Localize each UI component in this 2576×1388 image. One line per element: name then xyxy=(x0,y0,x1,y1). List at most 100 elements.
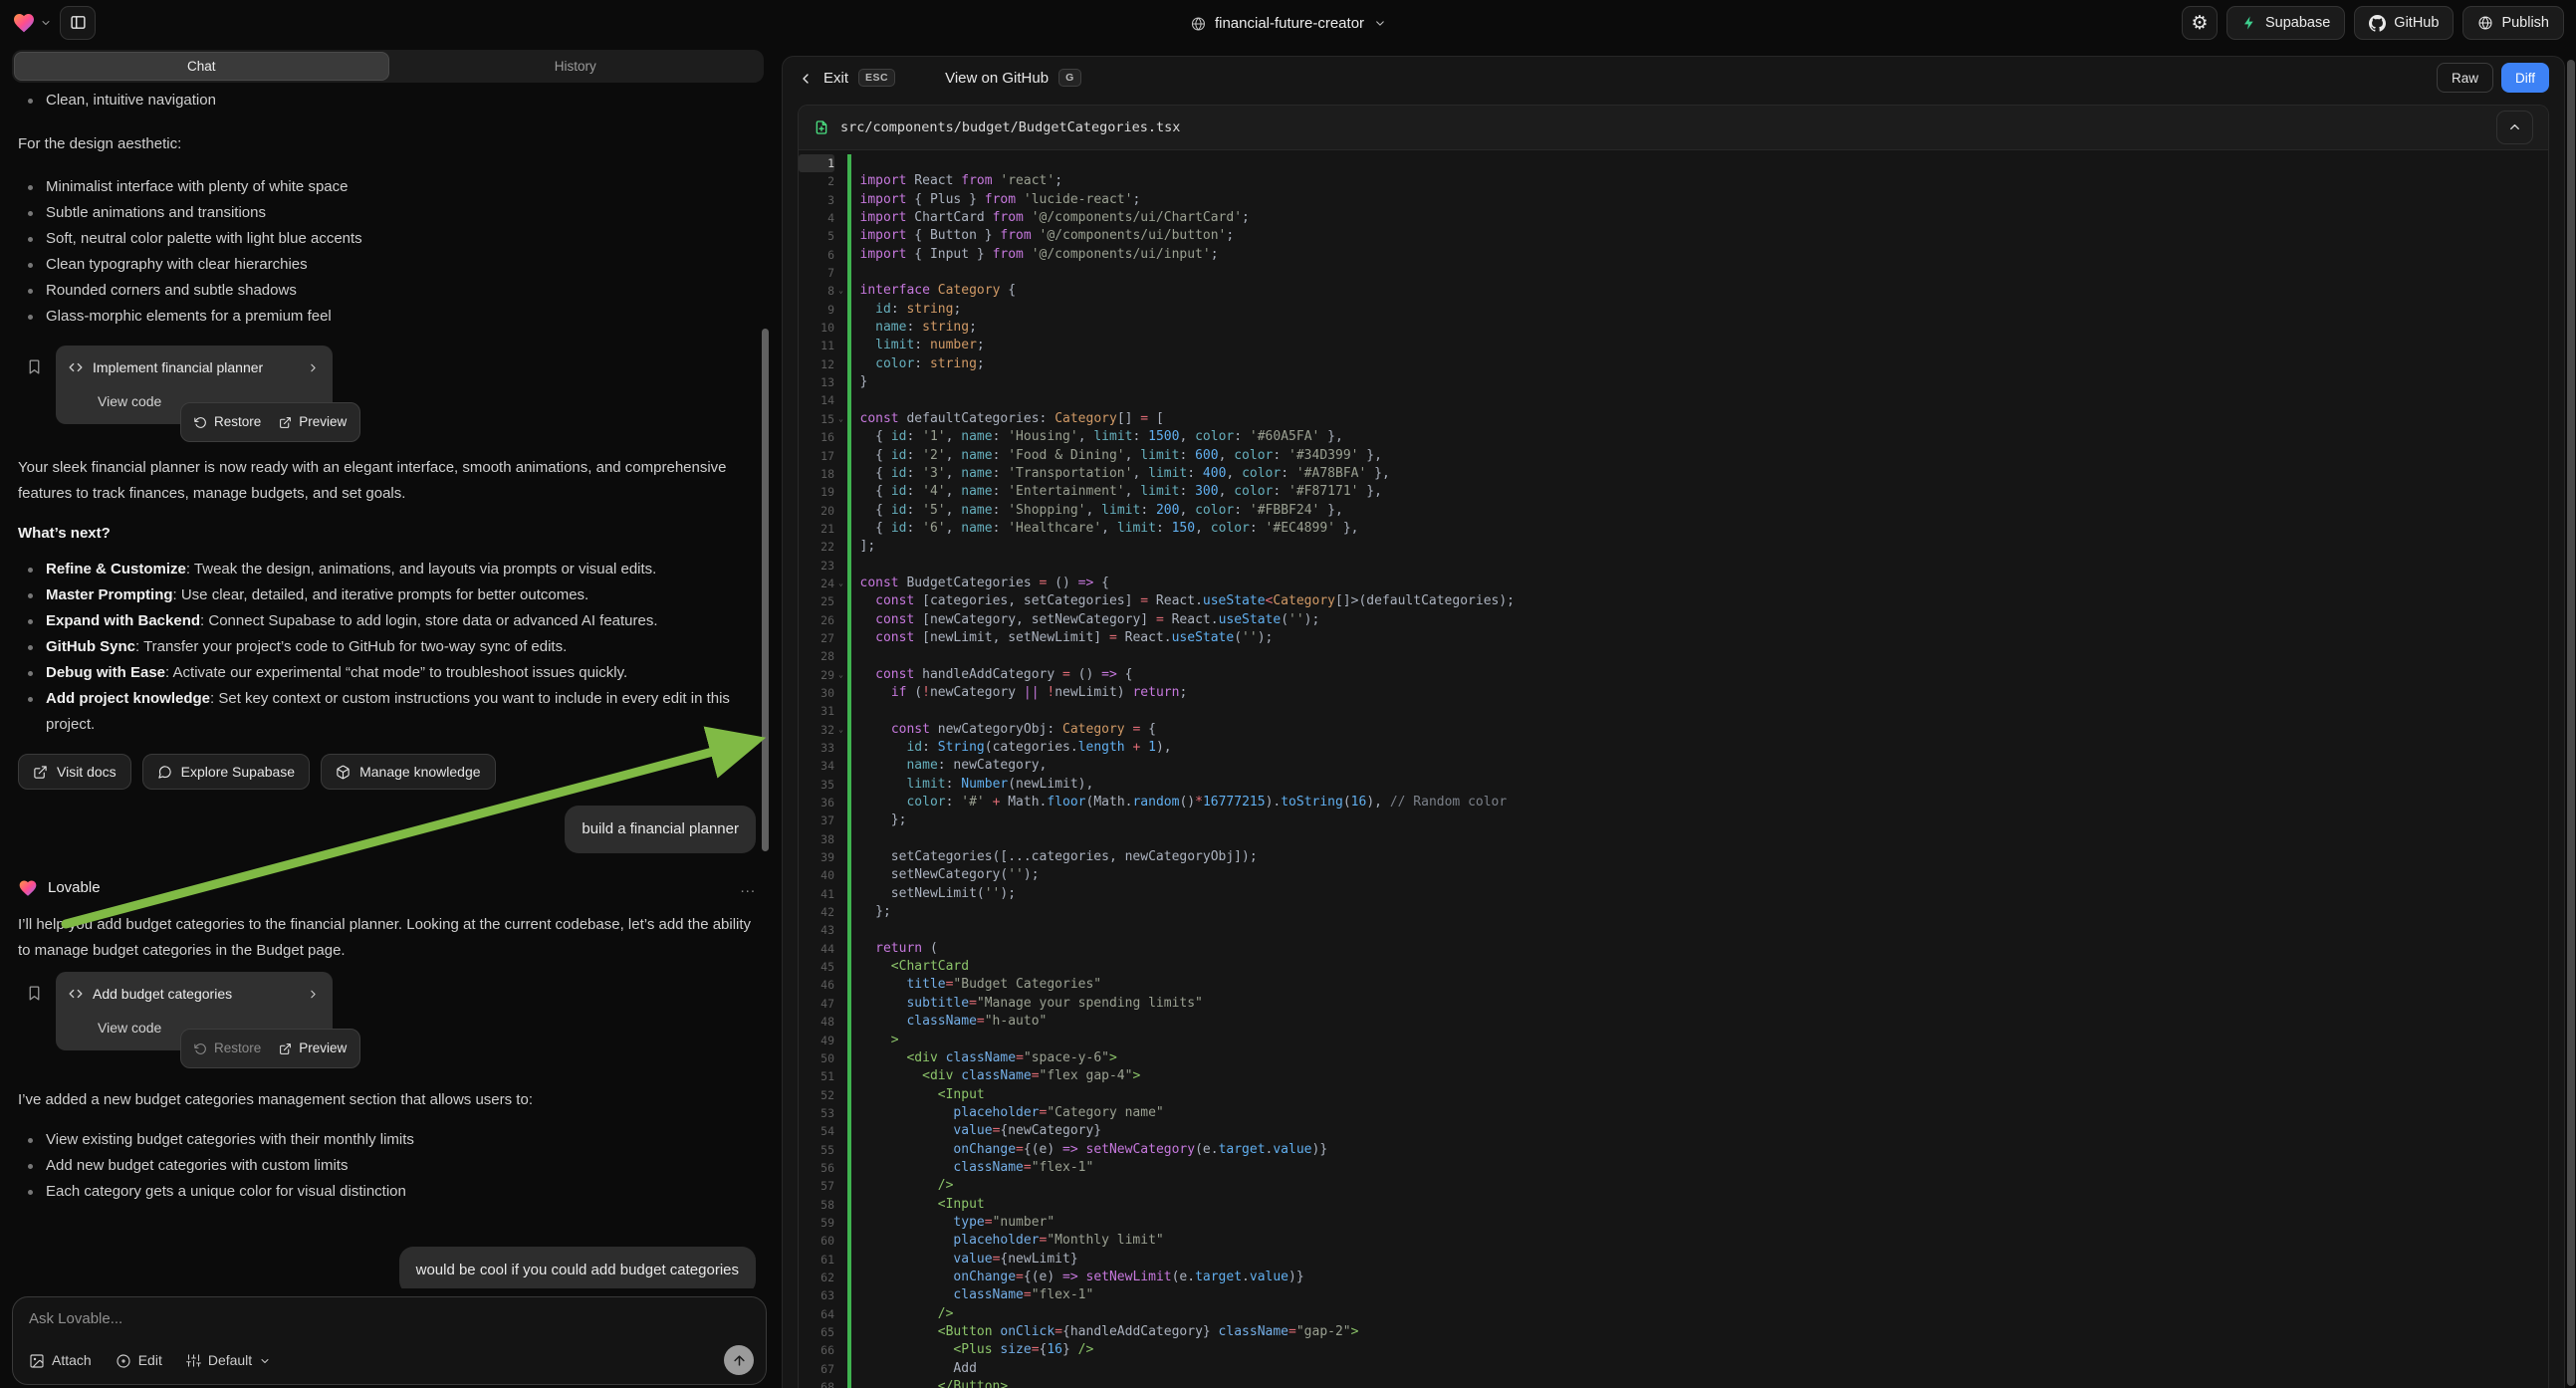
preview-button[interactable]: Preview xyxy=(279,409,347,435)
line-number: 30 xyxy=(799,684,834,702)
github-icon xyxy=(2369,15,2386,32)
line-number: 64 xyxy=(799,1305,834,1323)
tab-history[interactable]: History xyxy=(389,52,763,81)
chip-explore-supabase[interactable]: Explore Supabase xyxy=(142,754,310,790)
fold-toggle xyxy=(834,629,847,647)
fold-toggle[interactable]: ⌄ xyxy=(834,282,847,300)
fold-toggle[interactable]: ⌄ xyxy=(834,721,847,739)
target-icon xyxy=(116,1353,131,1369)
sliders-icon xyxy=(186,1352,201,1369)
chat-input-box[interactable]: Ask Lovable... Attach Edit Default xyxy=(12,1296,767,1385)
fold-toggle xyxy=(834,1067,847,1085)
code-line: 36 color: '#' + Math.floor(Math.random()… xyxy=(799,794,2548,811)
file-plus-icon xyxy=(814,118,829,136)
mode-select[interactable]: Default xyxy=(186,1352,271,1369)
assistant-paragraph: Your sleek financial planner is now read… xyxy=(18,455,756,507)
chat-panel: Chat History Clean, intuitive navigation… xyxy=(0,46,774,1388)
file-header[interactable]: src/components/budget/BudgetCategories.t… xyxy=(799,106,2548,150)
esc-shortcut-badge: ESC xyxy=(858,69,895,87)
restore-icon xyxy=(194,416,207,429)
fold-toggle[interactable]: ⌄ xyxy=(834,666,847,684)
restore-button[interactable]: Restore xyxy=(194,409,261,435)
fold-toggle xyxy=(834,447,847,465)
package-icon xyxy=(336,765,351,780)
assistant-paragraph: I’ll help you add budget categories to t… xyxy=(18,912,756,964)
supabase-bolt-icon xyxy=(2241,15,2257,31)
restore-button[interactable]: Restore xyxy=(194,1036,261,1061)
line-number: 38 xyxy=(799,830,834,848)
line-number: 7 xyxy=(799,264,834,282)
toggle-sidebar-button[interactable] xyxy=(60,6,96,40)
code-line: 56 className="flex-1" xyxy=(799,1159,2548,1177)
fold-toggle xyxy=(834,373,847,391)
message-menu-button[interactable]: ... xyxy=(740,875,756,901)
chevron-down-icon xyxy=(259,1355,271,1367)
supabase-button[interactable]: Supabase xyxy=(2226,6,2345,40)
fold-toggle xyxy=(834,1177,847,1195)
code-line: 12 color: string; xyxy=(799,355,2548,373)
code-line: 19 { id: '4', name: 'Entertainment', lim… xyxy=(799,483,2548,501)
window-scrollbar[interactable] xyxy=(2567,60,2575,1386)
lovable-logo-menu[interactable] xyxy=(12,11,52,35)
tab-chat[interactable]: Chat xyxy=(14,52,389,81)
code-editor[interactable]: 12import React from 'react';3import { Pl… xyxy=(799,151,2548,1388)
panel-left-icon xyxy=(70,14,87,32)
collapse-file-button[interactable] xyxy=(2496,111,2533,144)
code-icon xyxy=(69,360,83,374)
panel-left-icon xyxy=(70,14,87,31)
fold-toggle xyxy=(834,154,847,172)
fold-toggle[interactable]: ⌄ xyxy=(834,575,847,592)
line-number: 57 xyxy=(799,1177,834,1195)
github-icon xyxy=(2369,15,2386,32)
preview-button[interactable]: Preview xyxy=(279,1036,347,1061)
code-line: 25 const [categories, setCategories] = R… xyxy=(799,592,2548,610)
code-line: 43 xyxy=(799,921,2548,939)
publish-button[interactable]: Publish xyxy=(2462,6,2564,40)
chip-visit-docs[interactable]: Visit docs xyxy=(18,754,131,790)
raw-button[interactable]: Raw xyxy=(2437,63,2493,93)
fold-toggle xyxy=(834,976,847,994)
chip-manage-knowledge[interactable]: Manage knowledge xyxy=(321,754,495,790)
publish-label: Publish xyxy=(2501,15,2549,31)
code-line: 48 className="h-auto" xyxy=(799,1013,2548,1031)
bullet-list: Refine & Customize: Tweak the design, an… xyxy=(18,557,756,738)
line-number: 35 xyxy=(799,776,834,794)
chevron-right-icon xyxy=(307,988,320,1001)
send-button[interactable] xyxy=(724,1345,754,1375)
bookmark-icon xyxy=(26,358,43,375)
quick-action-chips: Visit docs Explore Supabase Manage knowled… xyxy=(18,754,756,790)
fold-toggle[interactable]: ⌄ xyxy=(834,410,847,428)
code-line: 32⌄ const newCategoryObj: Category = { xyxy=(799,721,2548,739)
bullet-list: Minimalist interface with plenty of whit… xyxy=(18,174,756,330)
fold-toggle xyxy=(834,319,847,337)
chat-scrollbar[interactable] xyxy=(762,329,769,851)
line-number: 11 xyxy=(799,337,834,354)
edit-button[interactable]: Edit xyxy=(116,1351,162,1368)
diff-button[interactable]: Diff xyxy=(2501,63,2549,93)
github-button[interactable]: GitHub xyxy=(2354,6,2454,40)
chat-input-placeholder: Ask Lovable... xyxy=(29,1310,750,1327)
code-line: 8⌄interface Category { xyxy=(799,282,2548,300)
line-number: 66 xyxy=(799,1341,834,1359)
line-number: 48 xyxy=(799,1013,834,1031)
view-on-github-button[interactable]: View on GitHub xyxy=(945,70,1049,87)
line-number: 20 xyxy=(799,502,834,520)
fold-toggle xyxy=(834,246,847,264)
fold-toggle xyxy=(834,940,847,958)
code-line: 55 onChange={(e) => setNewCategory(e.tar… xyxy=(799,1141,2548,1159)
list-item: View existing budget categories with the… xyxy=(18,1127,756,1153)
attach-button[interactable]: Attach xyxy=(29,1351,92,1368)
line-number: 22 xyxy=(799,538,834,556)
assistant-paragraph: I’ve added a new budget categories manag… xyxy=(18,1087,756,1113)
line-number: 9 xyxy=(799,301,834,319)
fold-toggle xyxy=(834,1214,847,1232)
topbar: financial-future-creator ⚙ Supabase GitH… xyxy=(0,0,2576,46)
assistant-heading: What’s next? xyxy=(18,521,756,547)
settings-button[interactable]: ⚙ xyxy=(2182,6,2218,40)
project-switcher[interactable]: financial-future-creator xyxy=(1190,0,1386,46)
fold-toggle xyxy=(834,483,847,501)
code-line: 40 setNewCategory(''); xyxy=(799,866,2548,884)
code-line: 2import React from 'react'; xyxy=(799,172,2548,190)
chevron-right-icon xyxy=(307,361,320,374)
exit-button[interactable]: Exit xyxy=(823,70,848,87)
